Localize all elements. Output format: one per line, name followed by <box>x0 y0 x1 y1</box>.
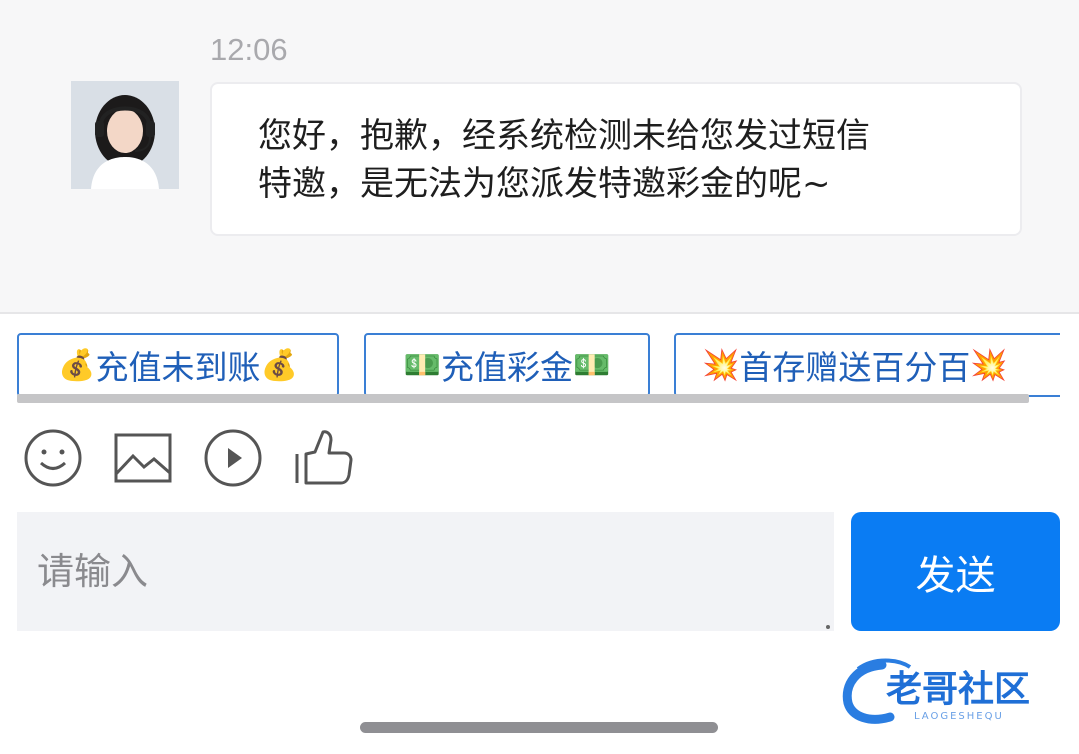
message-text-line-1: 您好，抱歉，经系统检测未给您发过短信 <box>258 116 870 156</box>
message-text-line-2: 特邀，是无法为您派发特邀彩金的呢~ <box>258 164 831 204</box>
message-input[interactable] <box>17 512 834 631</box>
money-bag-icon: 💰 <box>260 347 298 383</box>
quick-reply-label: 充值未到账 <box>95 348 261 387</box>
quick-reply-label: 首存赠送百分百 <box>739 348 971 387</box>
svg-text:老哥社区: 老哥社区 <box>886 669 1030 710</box>
message-bubble: 您好，抱歉，经系统检测未给您发过短信 特邀，是无法为您派发特邀彩金的呢~ <box>210 82 1022 236</box>
watermark-logo: 老哥社区 LAOGESHEQU <box>838 655 1066 727</box>
home-indicator[interactable] <box>360 722 718 733</box>
thumbs-up-icon[interactable] <box>293 428 353 488</box>
message-timestamp: 12:06 <box>210 32 288 67</box>
dollar-banknote-icon: 💵 <box>403 347 441 383</box>
send-button[interactable]: 发送 <box>851 512 1060 631</box>
agent-avatar <box>71 81 179 189</box>
quick-reply-recharge-bonus[interactable]: 💵 充值彩金 💵 <box>364 333 650 397</box>
quick-reply-recharge-not-received[interactable]: 💰 充值未到账 💰 <box>17 333 339 397</box>
emoji-icon[interactable] <box>23 428 83 488</box>
money-bag-icon: 💰 <box>58 347 96 383</box>
collision-icon: 💥 <box>702 347 740 383</box>
dollar-banknote-icon: 💵 <box>573 347 611 383</box>
quick-reply-label: 充值彩金 <box>441 348 573 387</box>
svg-text:LAOGESHEQU: LAOGESHEQU <box>914 711 1004 722</box>
chat-area: 12:06 您好，抱歉，经系统检测未给您发过短信 特邀，是无法为您派发特邀彩金的… <box>0 0 1079 314</box>
video-icon[interactable] <box>203 428 263 488</box>
quick-reply-bar: 💰 充值未到账 💰 💵 充值彩金 💵 💥 首存赠送百分百 💥 <box>17 333 1060 397</box>
input-resize-handle[interactable] <box>826 625 830 629</box>
quick-reply-first-deposit-bonus[interactable]: 💥 首存赠送百分百 💥 <box>674 333 1060 397</box>
image-icon[interactable] <box>113 428 173 488</box>
quick-reply-scrollbar[interactable] <box>17 394 1029 403</box>
collision-icon: 💥 <box>970 347 1008 383</box>
